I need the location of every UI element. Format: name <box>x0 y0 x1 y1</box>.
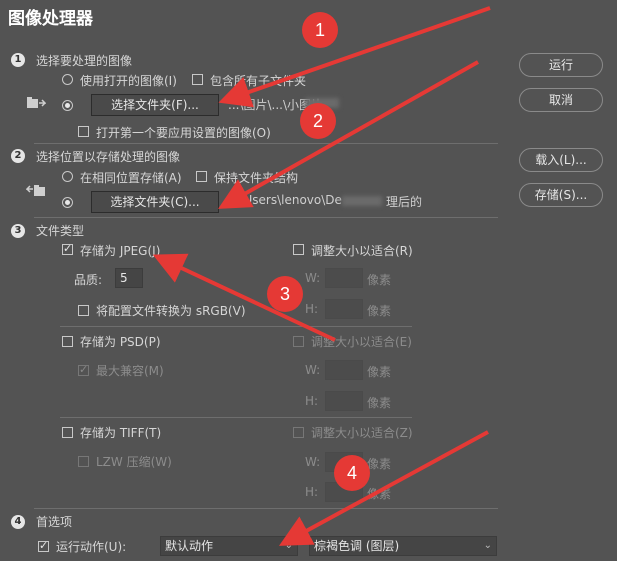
run-button[interactable]: 运行 <box>519 53 603 77</box>
jpeg-width-unit: 像素 <box>367 273 392 287</box>
select-source-folder-button[interactable]: 选择文件夹(F)... <box>91 94 219 116</box>
keep-structure-checkbox[interactable] <box>196 171 207 182</box>
choose-folder-radio[interactable] <box>62 100 73 111</box>
convert-srgb-checkbox[interactable] <box>78 305 89 316</box>
annotation-badge-2: 2 <box>300 103 336 139</box>
save-jpeg-checkbox[interactable] <box>62 242 73 255</box>
save-settings-button[interactable]: 存储(S)... <box>519 183 603 207</box>
action-set-value: 默认动作 <box>165 539 214 553</box>
run-action-checkbox[interactable] <box>38 539 49 552</box>
tiff-height-unit: 像素 <box>367 487 392 501</box>
action-dropdown[interactable]: 棕褐色调 (图层) ⌄ <box>309 536 497 556</box>
quality-input[interactable]: 5 <box>115 268 143 288</box>
divider-jpeg <box>60 326 412 327</box>
open-first-image-checkbox[interactable] <box>78 126 89 137</box>
tiff-height-label: H: <box>305 485 319 499</box>
save-jpeg-label: 存储为 JPEG(J) <box>80 244 161 258</box>
include-subfolders-checkbox[interactable] <box>192 74 203 85</box>
max-compat-checkbox[interactable] <box>78 363 89 376</box>
divider-1 <box>34 143 498 144</box>
psd-width-input[interactable] <box>325 360 363 380</box>
jpeg-height-unit: 像素 <box>367 304 392 318</box>
psd-width-label: W: <box>305 363 321 377</box>
folder-source-icon <box>26 97 47 111</box>
psd-resize-label: 调整大小以适合(E) <box>311 335 412 349</box>
jpeg-width-input[interactable] <box>325 268 363 288</box>
chevron-down-icon: ⌄ <box>483 540 492 551</box>
open-first-image-label: 打开第一个要应用设置的图像(O) <box>96 126 271 140</box>
same-location-radio[interactable] <box>62 171 73 182</box>
jpeg-height-input[interactable] <box>325 299 363 319</box>
tiff-width-label: W: <box>305 455 321 469</box>
section-2-number: 2 <box>11 149 25 163</box>
save-tiff-checkbox[interactable] <box>62 427 73 438</box>
section-3-title: 文件类型 <box>36 224 85 238</box>
jpeg-resize-label: 调整大小以适合(R) <box>311 244 413 258</box>
action-value: 棕褐色调 (图层) <box>314 539 400 553</box>
max-compat-label: 最大兼容(M) <box>96 364 164 378</box>
divider-psd <box>60 417 412 418</box>
annotation-badge-4: 4 <box>334 455 370 491</box>
blurred-destination <box>342 196 382 206</box>
jpeg-height-label: H: <box>305 302 319 316</box>
select-destination-folder-button[interactable]: 选择文件夹(C)... <box>91 191 219 213</box>
tiff-resize-label: 调整大小以适合(Z) <box>311 426 413 440</box>
use-open-images-radio[interactable] <box>62 74 73 85</box>
run-action-label: 运行动作(U): <box>56 540 127 554</box>
annotation-badge-3: 3 <box>267 276 303 312</box>
annotation-badge-1: 1 <box>302 12 338 48</box>
load-button[interactable]: 载入(L)... <box>519 148 603 172</box>
lzw-checkbox[interactable] <box>78 456 89 467</box>
section-1-title: 选择要处理的图像 <box>36 54 133 68</box>
use-open-images-label: 使用打开的图像(I) <box>80 74 177 88</box>
quality-label: 品质: <box>74 273 103 287</box>
destination-folder-path-end: 理后的 <box>386 195 423 209</box>
section-1-number: 1 <box>11 53 25 67</box>
window-title: 图像处理器 <box>8 9 93 29</box>
psd-resize-checkbox[interactable] <box>293 336 304 347</box>
section-2-title: 选择位置以存储处理的图像 <box>36 150 181 164</box>
section-4-number: 4 <box>11 515 25 529</box>
folder-destination-icon <box>25 183 46 197</box>
chevron-down-icon: ⌄ <box>284 540 293 551</box>
section-4-title: 首选项 <box>36 515 73 529</box>
jpeg-width-label: W: <box>305 271 321 285</box>
cancel-button[interactable]: 取消 <box>519 88 603 112</box>
tiff-resize-checkbox[interactable] <box>293 427 304 438</box>
convert-srgb-label: 将配置文件转换为 sRGB(V) <box>96 304 246 318</box>
same-location-label: 在相同位置存储(A) <box>80 171 182 185</box>
include-subfolders-label: 包含所有子文件夹 <box>210 74 307 88</box>
save-psd-label: 存储为 PSD(P) <box>80 335 161 349</box>
save-psd-checkbox[interactable] <box>62 336 73 347</box>
psd-width-unit: 像素 <box>367 365 392 379</box>
lzw-label: LZW 压缩(W) <box>96 455 172 469</box>
destination-folder-path-start: ...\Users\lenovo\De <box>228 193 342 207</box>
divider-2 <box>34 217 498 218</box>
section-3-number: 3 <box>11 224 25 238</box>
keep-structure-label: 保持文件夹结构 <box>214 171 299 185</box>
action-set-dropdown[interactable]: 默认动作 ⌄ <box>160 536 298 556</box>
divider-3 <box>34 508 498 509</box>
tiff-width-unit: 像素 <box>367 457 392 471</box>
psd-height-unit: 像素 <box>367 396 392 410</box>
psd-height-input[interactable] <box>325 391 363 411</box>
psd-height-label: H: <box>305 394 319 408</box>
save-tiff-label: 存储为 TIFF(T) <box>80 426 162 440</box>
jpeg-resize-checkbox[interactable] <box>293 244 304 255</box>
choose-destination-radio[interactable] <box>62 197 73 208</box>
